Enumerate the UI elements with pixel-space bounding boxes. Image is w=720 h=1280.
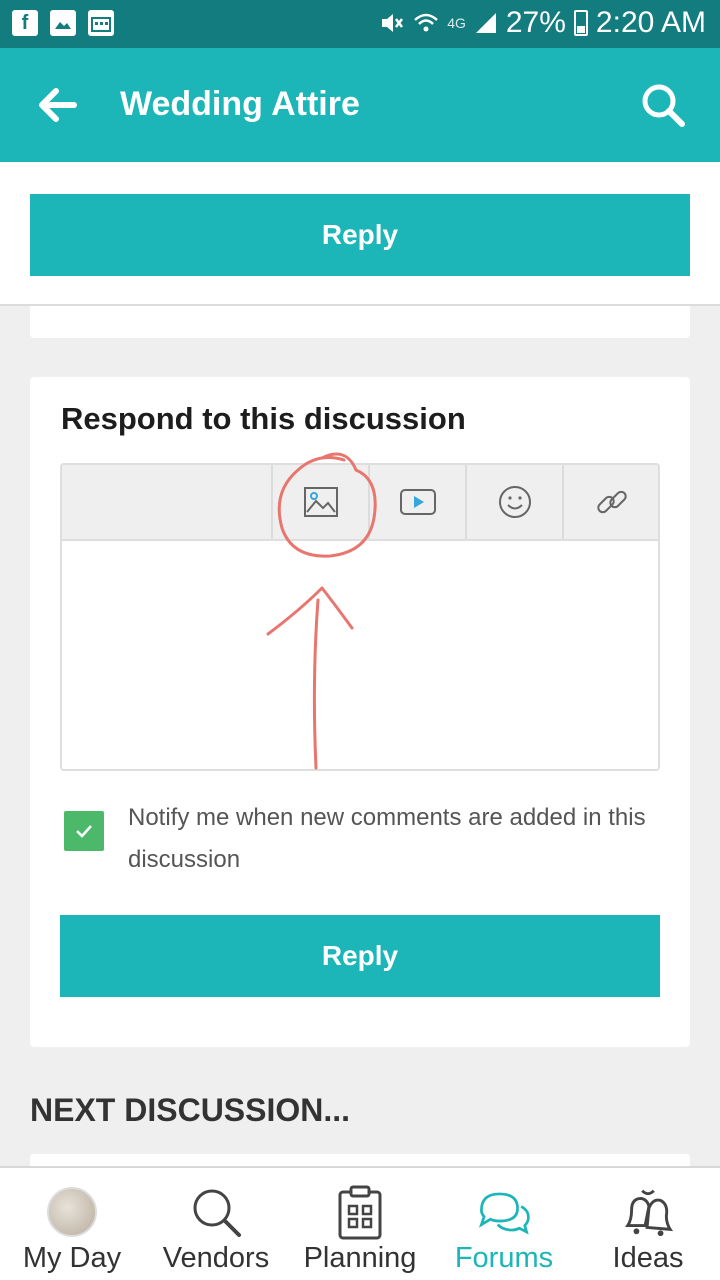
search-icon[interactable] bbox=[638, 80, 688, 130]
app-bar: Wedding Attire bbox=[0, 48, 720, 162]
nav-label: Vendors bbox=[162, 1242, 270, 1274]
comment-editor bbox=[60, 463, 660, 771]
clock: 2:20 AM bbox=[595, 6, 706, 39]
page-title: Wedding Attire bbox=[120, 85, 360, 123]
video-icon bbox=[399, 489, 436, 515]
editor-toolbar bbox=[62, 465, 658, 541]
nav-label: My Day bbox=[22, 1242, 122, 1274]
signal-icon bbox=[475, 13, 496, 33]
respond-heading: Respond to this discussion bbox=[61, 401, 466, 436]
network-type: 4G bbox=[447, 15, 466, 31]
avatar bbox=[47, 1187, 97, 1237]
nav-label: Planning bbox=[303, 1242, 417, 1274]
mute-icon bbox=[382, 14, 404, 32]
respond-card: Respond to this discussion Notify me whe… bbox=[30, 377, 690, 1047]
status-bar: f 4G 27% 2:20 AM bbox=[0, 0, 720, 48]
back-arrow-icon[interactable] bbox=[34, 81, 82, 129]
system-indicators: 4G 27% 2:20 AM bbox=[379, 6, 706, 40]
top-reply-bar: Reply bbox=[0, 162, 720, 306]
facebook-icon: f bbox=[12, 10, 38, 36]
battery-percent: 27% bbox=[505, 6, 566, 39]
nav-label: Ideas bbox=[612, 1242, 684, 1274]
chat-bubbles-icon bbox=[478, 1192, 530, 1235]
nav-forums[interactable]: Forums bbox=[440, 1168, 568, 1280]
clipboard-icon bbox=[338, 1185, 382, 1240]
notification-icons: f bbox=[12, 10, 114, 36]
link-icon bbox=[596, 490, 627, 514]
previous-post-card bbox=[30, 306, 690, 338]
wifi-icon bbox=[414, 13, 439, 32]
search-icon bbox=[193, 1189, 241, 1237]
image-icon bbox=[303, 487, 338, 517]
gallery-icon bbox=[50, 10, 76, 36]
insert-image-button[interactable] bbox=[271, 465, 368, 539]
nav-ideas[interactable]: Ideas bbox=[584, 1168, 712, 1280]
comment-textarea[interactable] bbox=[62, 541, 658, 769]
insert-video-button[interactable] bbox=[368, 465, 465, 539]
nav-vendors[interactable]: Vendors bbox=[152, 1168, 280, 1280]
notify-label: Notify me when new comments are added in… bbox=[128, 804, 646, 873]
nav-label: Forums bbox=[454, 1242, 554, 1274]
nav-my-day[interactable]: My Day bbox=[10, 1168, 134, 1280]
battery-icon bbox=[573, 10, 588, 36]
calendar-icon bbox=[88, 10, 114, 36]
next-discussion-heading: NEXT DISCUSSION... bbox=[30, 1092, 351, 1128]
nav-planning[interactable]: Planning bbox=[296, 1168, 424, 1280]
bells-icon bbox=[625, 1189, 674, 1237]
insert-emoji-button[interactable] bbox=[465, 465, 562, 539]
reply-button-top[interactable]: Reply bbox=[30, 194, 690, 276]
bottom-navigation: My Day Vendors Planning Forums Ideas bbox=[0, 1166, 720, 1280]
insert-link-button[interactable] bbox=[562, 465, 658, 539]
emoji-icon bbox=[498, 486, 531, 518]
check-icon bbox=[76, 825, 92, 838]
reply-button[interactable]: Reply bbox=[60, 915, 660, 997]
notify-checkbox[interactable] bbox=[64, 811, 104, 851]
